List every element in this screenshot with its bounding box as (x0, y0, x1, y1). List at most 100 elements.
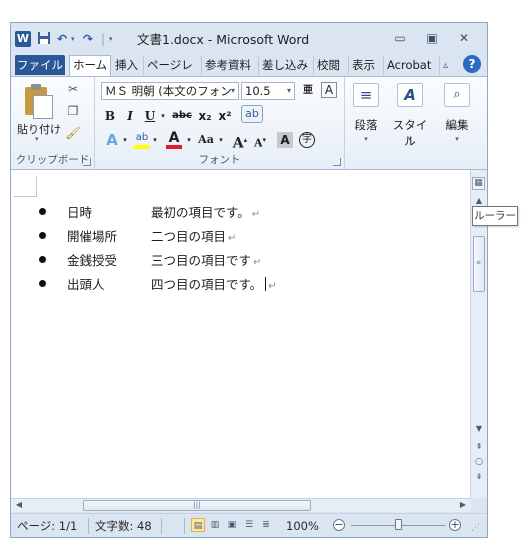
paragraph-icon: ≡ (353, 83, 379, 107)
font-color-icon[interactable]: A (165, 129, 183, 149)
change-case-button[interactable]: Aa (195, 131, 217, 149)
zoom-in-icon[interactable]: + (449, 519, 461, 531)
outline-icon[interactable]: ☰ (242, 518, 256, 532)
font-size-select[interactable]: 10.5 ▾ (241, 82, 295, 100)
editing-button[interactable]: ⌕ 編集 ▾ (439, 83, 475, 143)
margin-corner-mark (14, 176, 37, 197)
strikethrough-button[interactable]: abc (171, 107, 193, 125)
tab-acrobat[interactable]: Acrobat (383, 56, 434, 75)
cut-icon[interactable]: ✂ (65, 81, 81, 97)
window-title: 文書1.docx - Microsoft Word (137, 32, 310, 47)
clipboard-group: 貼り付け ▾ ✂ ❐ 🖌 クリップボード (11, 77, 95, 169)
ribbon-tabs: ファイル ホーム 挿入 ページレ 参考資料 差し込み 校閲 表示 Acrobat… (11, 54, 487, 77)
font-launcher-icon[interactable] (333, 158, 341, 166)
bullet-icon (39, 280, 46, 287)
undo-icon[interactable]: ↶ (57, 31, 67, 47)
next-page-icon[interactable]: ⇟ (471, 470, 487, 484)
font-name-select[interactable]: ＭＳ 明朝 (本文のフォン ▾ (101, 82, 239, 100)
horizontal-scroll-thumb[interactable]: ||| (83, 500, 311, 511)
minimize-button[interactable]: ▭ (387, 29, 413, 47)
undo-dropdown-icon[interactable]: ▾ (71, 31, 75, 47)
tab-references[interactable]: 参考資料 (201, 56, 254, 75)
styles-button[interactable]: A スタイル ▾ (392, 83, 428, 148)
save-icon[interactable] (37, 31, 51, 47)
status-separator (88, 518, 89, 534)
zoom-level[interactable]: 100% (286, 518, 319, 534)
change-case-dropdown-icon[interactable]: ▾ (217, 131, 225, 149)
tab-insert[interactable]: 挿入 (111, 56, 141, 75)
bold-button[interactable]: B (103, 107, 117, 125)
grow-font-button[interactable]: A▴ (231, 131, 249, 152)
close-button[interactable]: ✕ (451, 29, 477, 47)
text-effects-dropdown-icon[interactable]: ▾ (121, 131, 129, 149)
font-color-swatch (166, 145, 182, 149)
text-effects-icon[interactable]: A (103, 131, 121, 149)
word-count[interactable]: 文字数: 48 (95, 518, 152, 534)
word-app-icon[interactable]: W (15, 31, 31, 47)
tab-home[interactable]: ホーム (69, 55, 112, 77)
paste-icon[interactable] (21, 83, 55, 119)
styles-group: A スタイル ▾ (387, 77, 433, 169)
resize-grip-icon[interactable]: ⋰ (471, 520, 480, 536)
draft-icon[interactable]: ≣ (259, 518, 273, 532)
subscript-button[interactable]: x₂ (197, 107, 213, 125)
redo-icon[interactable]: ↷ (83, 31, 93, 47)
tab-mailings[interactable]: 差し込み (258, 56, 311, 75)
copy-icon[interactable]: ❐ (65, 103, 81, 119)
ribbon: 貼り付け ▾ ✂ ❐ 🖌 クリップボード ＭＳ 明朝 (本文のフォン ▾ 10.… (11, 76, 487, 170)
scroll-left-icon[interactable]: ◀ (11, 499, 27, 511)
full-screen-reading-icon[interactable]: ▥ (208, 518, 222, 532)
tab-review[interactable]: 校閲 (313, 56, 343, 75)
superscript-button[interactable]: x² (217, 107, 233, 125)
horizontal-scrollbar[interactable]: ◀ ||| ▶ (11, 498, 471, 512)
item-label: 出頭人 (67, 277, 105, 292)
format-painter-icon[interactable]: 🖌 (65, 125, 81, 141)
scroll-right-icon[interactable]: ▶ (455, 499, 471, 511)
paragraph-button[interactable]: ≡ 段落 ▾ (348, 83, 384, 143)
underline-dropdown-icon[interactable]: ▾ (159, 107, 167, 125)
font-group-label: フォント (198, 154, 241, 166)
clipboard-group-label: クリップボード (15, 154, 90, 166)
bullet-icon (39, 256, 46, 263)
status-separator (161, 518, 162, 534)
binoculars-icon: ⌕ (444, 83, 470, 107)
character-shading-icon[interactable]: A (277, 132, 293, 148)
zoom-slider-thumb[interactable] (395, 519, 402, 530)
vertical-scroll-thumb[interactable]: ≡ (473, 236, 485, 292)
select-browse-object-icon[interactable]: ○ (471, 455, 487, 469)
ruler-toggle-icon[interactable]: ▦ (472, 177, 485, 190)
tab-file[interactable]: ファイル (15, 55, 65, 75)
clipboard-launcher-icon[interactable] (83, 158, 91, 166)
customize-qat-icon[interactable]: ▾ (109, 31, 113, 47)
collapse-ribbon-icon[interactable]: ▵ (439, 56, 451, 75)
text-cursor (265, 277, 267, 291)
highlight-icon[interactable]: ab (133, 129, 151, 149)
highlight-dropdown-icon[interactable]: ▾ (151, 131, 159, 149)
previous-page-icon[interactable]: ⇞ (471, 440, 487, 454)
font-name-value: ＭＳ 明朝 (本文のフォン (105, 84, 232, 98)
enclosed-character-icon[interactable]: 字 (299, 132, 315, 148)
italic-button[interactable]: I (123, 107, 137, 125)
item-label: 日時 (67, 205, 93, 220)
underline-button[interactable]: U (143, 107, 157, 125)
shrink-font-button[interactable]: A▾ (251, 131, 269, 150)
item-label: 開催場所 (67, 229, 118, 244)
grow-shrink-icon[interactable]: 亜 (299, 82, 317, 100)
web-layout-icon[interactable]: ▣ (225, 518, 239, 532)
maximize-button[interactable]: ▣ (419, 29, 445, 47)
tab-view[interactable]: 表示 (348, 56, 378, 75)
document-area[interactable]: 日時 最初の項目です。 ↵ 開催場所 二つ目の項目 ↵ 金銭授受 三つ目の項目です ↵… (11, 170, 471, 498)
tab-page-layout[interactable]: ページレ (143, 56, 196, 75)
clear-formatting-icon[interactable]: ab (241, 105, 263, 123)
page-count[interactable]: ページ: 1/1 (17, 518, 77, 534)
paste-button-label[interactable]: 貼り付け (17, 121, 61, 137)
paste-dropdown-icon[interactable]: ▾ (35, 135, 39, 143)
title-separator: | (101, 32, 106, 46)
zoom-out-icon[interactable]: − (333, 519, 345, 531)
font-color-dropdown-icon[interactable]: ▾ (185, 131, 193, 149)
character-border-icon[interactable]: A (321, 82, 337, 98)
print-layout-icon[interactable]: ▤ (191, 518, 205, 532)
help-button[interactable]: ? (463, 55, 481, 73)
status-separator (184, 518, 185, 534)
scroll-down-icon[interactable]: ▼ (471, 422, 487, 436)
